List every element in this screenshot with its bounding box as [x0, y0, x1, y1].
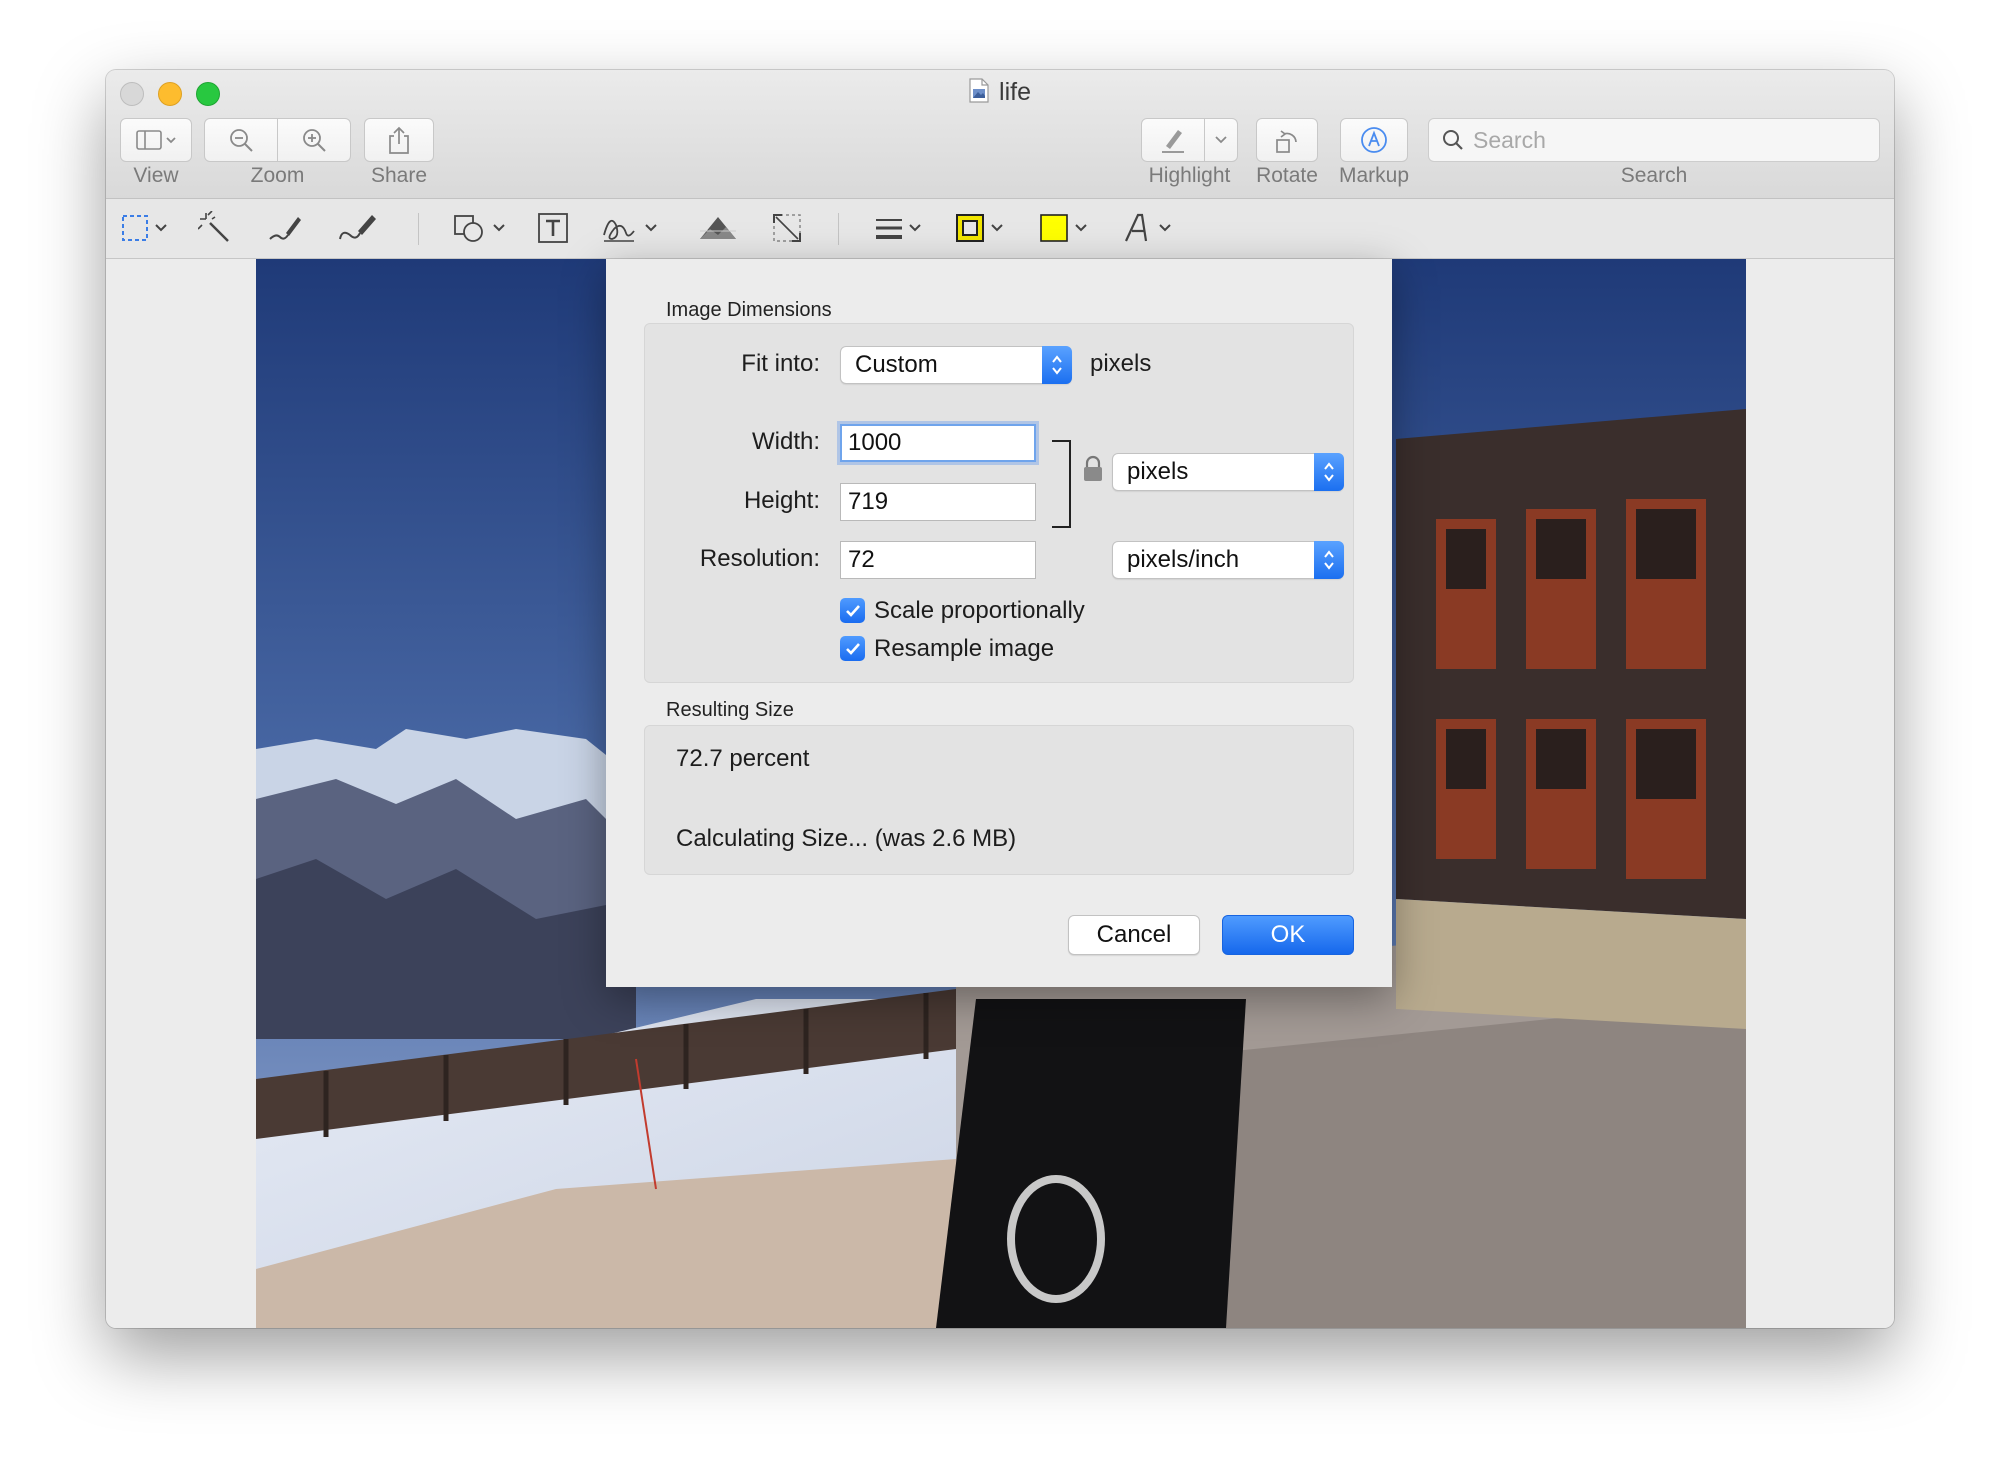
toolbar-divider	[838, 213, 839, 245]
line-style-icon	[876, 219, 921, 239]
adjust-color-icon	[700, 217, 736, 239]
resample-image-label[interactable]: Resample image	[874, 635, 1054, 663]
window-title-text: life	[999, 78, 1031, 106]
checkmark-icon	[845, 604, 860, 617]
size-unit-popup[interactable]: pixels	[1112, 453, 1344, 491]
highlight-button[interactable]	[1141, 118, 1205, 162]
draw-pen-icon	[339, 215, 376, 240]
adjust-size-dialog: Image Dimensions Fit into: Custom pixels…	[606, 259, 1392, 987]
resolution-label: Resolution:	[699, 545, 820, 572]
rectangular-selection-tool[interactable]	[120, 209, 174, 247]
markup-label: Markup	[1338, 164, 1410, 187]
resample-image-checkbox[interactable]	[840, 636, 865, 661]
search-field[interactable]	[1428, 118, 1880, 162]
adjust-color-tool[interactable]	[698, 209, 738, 247]
resulting-size-title: Resulting Size	[666, 699, 794, 721]
toolbar-divider	[418, 213, 419, 245]
highlight-label: Highlight	[1148, 164, 1231, 187]
shape-style-tool[interactable]	[872, 209, 928, 247]
height-field[interactable]: 719	[840, 483, 1036, 521]
sidebar-icon	[136, 130, 176, 150]
share-label: Share	[370, 164, 428, 187]
ok-button[interactable]: OK	[1222, 915, 1354, 955]
preview-window: life View Zoom Share Highlight Rotate Ma…	[106, 70, 1894, 1328]
zoom-in-icon	[303, 129, 326, 152]
view-menu-button[interactable]	[120, 118, 192, 162]
highlighter-icon	[1162, 130, 1184, 153]
magic-wand-icon	[198, 211, 229, 242]
view-label: View	[133, 164, 179, 187]
rotate-label: Rotate	[1256, 164, 1318, 187]
adjust-size-tool[interactable]	[770, 209, 804, 247]
search-label: Search	[1620, 164, 1688, 187]
zoom-out-button[interactable]	[204, 118, 278, 162]
share-icon	[389, 126, 409, 154]
window-title: life	[106, 78, 1894, 107]
fill-color-tool[interactable]	[1038, 209, 1096, 247]
markup-pen-icon	[1361, 127, 1387, 153]
scale-proportionally-label[interactable]: Scale proportionally	[874, 597, 1085, 625]
signature-icon	[603, 219, 657, 242]
sign-tool[interactable]	[600, 209, 666, 247]
text-box-icon	[538, 213, 568, 243]
zoom-out-icon	[230, 129, 253, 152]
scale-proportionally-checkbox[interactable]	[840, 598, 865, 623]
draw-tool[interactable]	[336, 209, 380, 247]
rotate-button[interactable]	[1256, 118, 1318, 162]
fit-into-value: Custom	[855, 351, 938, 378]
text-tool[interactable]	[536, 209, 570, 247]
border-color-tool[interactable]	[954, 209, 1012, 247]
resulting-percent: 72.7 percent	[676, 745, 810, 772]
shapes-tool[interactable]	[452, 209, 514, 247]
size-unit-value: pixels	[1127, 458, 1189, 485]
width-field[interactable]: 1000	[840, 424, 1036, 462]
up-down-arrows-icon	[1042, 346, 1072, 384]
border-color-icon	[956, 214, 1003, 242]
zoom-label: Zoom	[250, 164, 305, 187]
fill-color-icon	[1040, 214, 1087, 242]
cancel-button[interactable]: Cancel	[1068, 915, 1200, 955]
shapes-icon	[454, 215, 505, 242]
instant-alpha-tool[interactable]	[198, 209, 234, 247]
text-style-tool[interactable]	[1122, 209, 1182, 247]
resulting-file-size: Calculating Size... (was 2.6 MB)	[676, 825, 1017, 852]
search-input[interactable]	[1471, 119, 1875, 161]
search-icon	[1443, 130, 1463, 150]
fit-into-unit: pixels	[1090, 350, 1152, 377]
share-button[interactable]	[364, 118, 434, 162]
text-style-icon	[1125, 213, 1171, 242]
chevron-down-icon	[1215, 136, 1227, 144]
resolution-unit-popup[interactable]: pixels/inch	[1112, 541, 1344, 579]
width-label: Width:	[751, 428, 820, 455]
sketch-tool[interactable]	[266, 209, 304, 247]
markup-toolbar-button[interactable]	[1340, 118, 1408, 162]
markup-toolbar	[106, 199, 1894, 259]
fit-into-popup[interactable]: Custom	[840, 346, 1072, 384]
up-down-arrows-icon	[1314, 453, 1344, 491]
rotate-icon	[1276, 130, 1297, 153]
rectangular-selection-icon	[122, 215, 167, 241]
checkmark-icon	[845, 642, 860, 655]
resize-icon	[773, 214, 801, 242]
resolution-field[interactable]: 72	[840, 541, 1036, 579]
sketch-pen-icon	[269, 217, 301, 240]
up-down-arrows-icon	[1314, 541, 1344, 579]
image-document-icon	[969, 78, 989, 103]
fit-into-label: Fit into:	[741, 350, 820, 377]
resolution-unit-value: pixels/inch	[1127, 546, 1240, 573]
zoom-in-button[interactable]	[277, 118, 351, 162]
height-label: Height:	[743, 487, 820, 514]
highlight-options-button[interactable]	[1204, 118, 1238, 162]
image-dimensions-title: Image Dimensions	[666, 299, 832, 321]
titlebar: life View Zoom Share Highlight Rotate Ma…	[106, 70, 1894, 199]
lock-icon[interactable]	[1082, 455, 1104, 488]
